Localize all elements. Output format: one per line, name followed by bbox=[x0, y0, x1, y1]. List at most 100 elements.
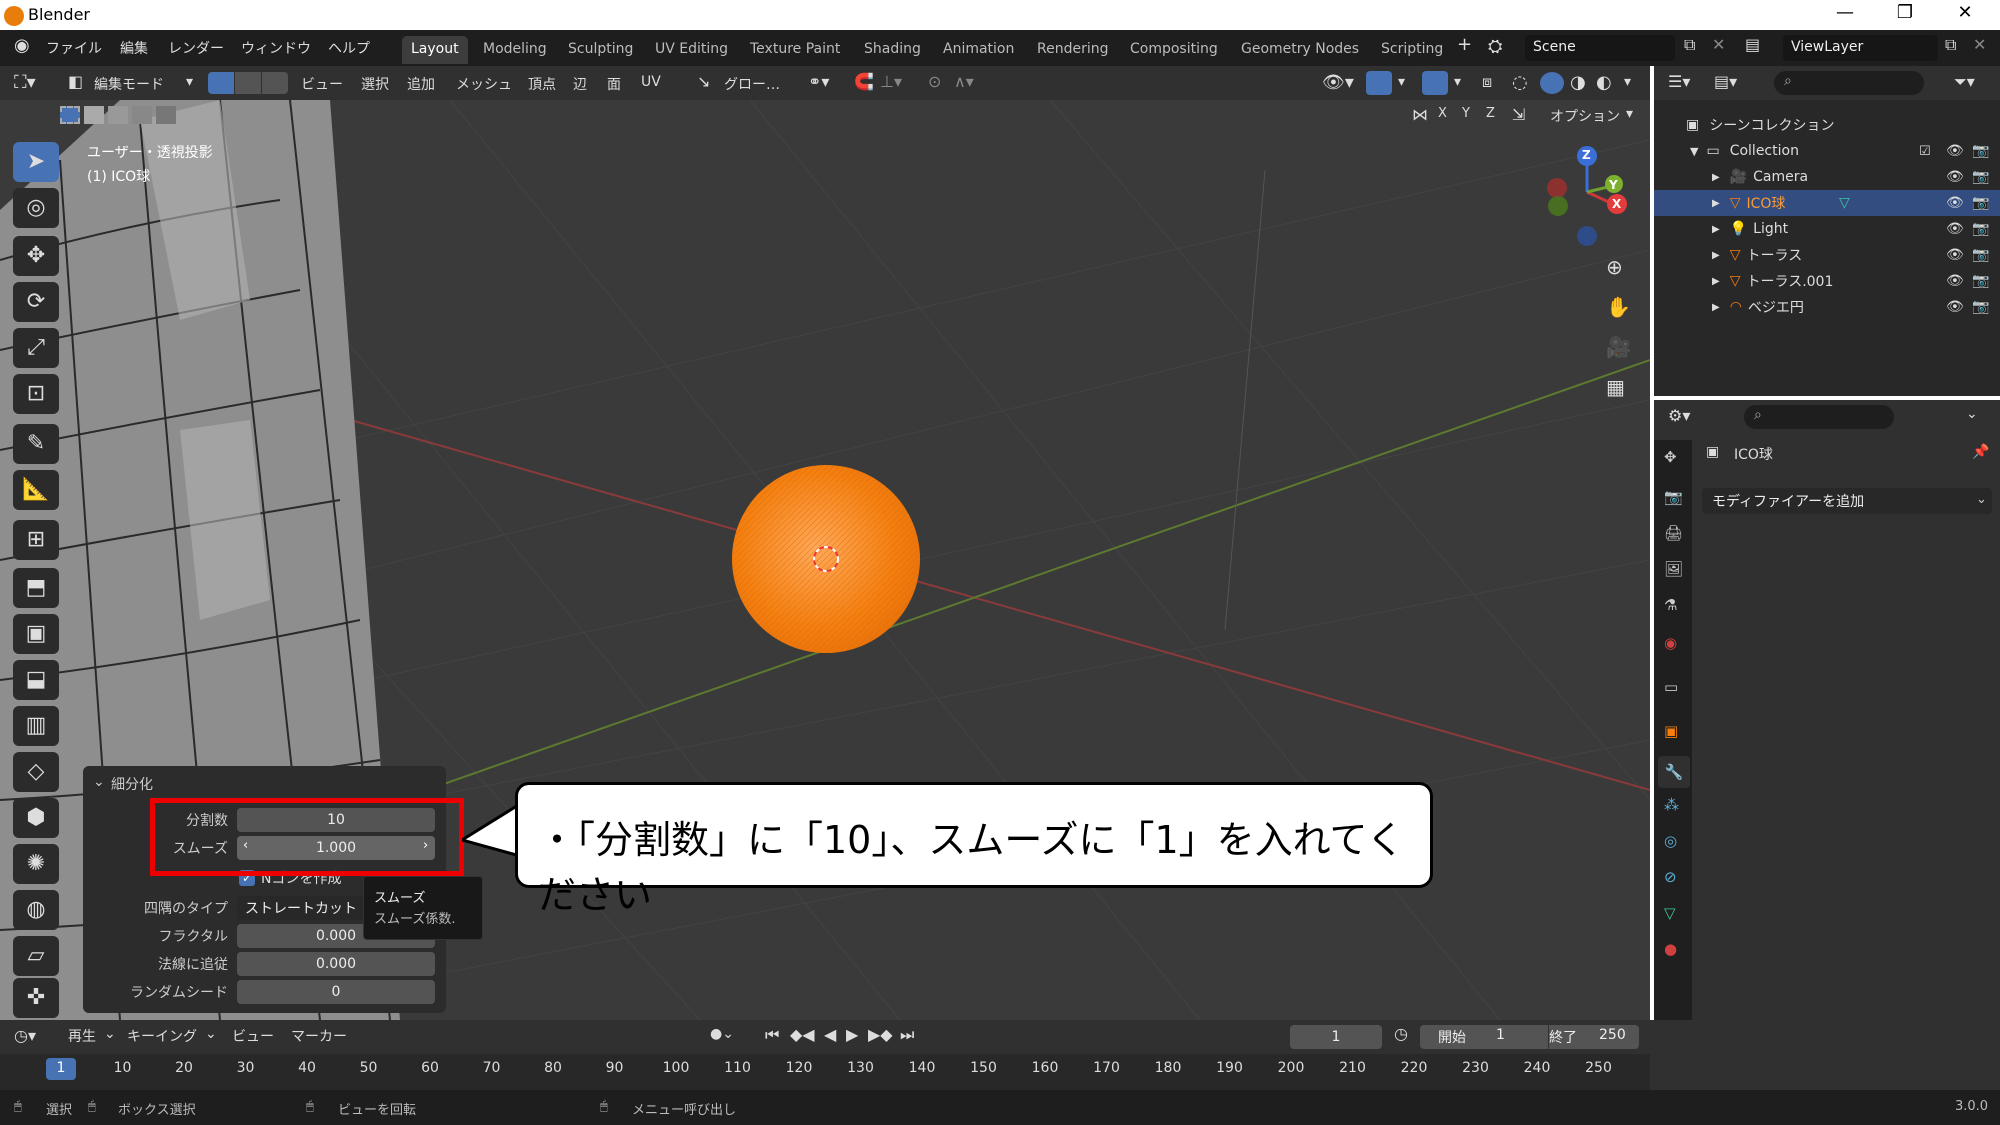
menu-render[interactable]: レンダー bbox=[168, 38, 224, 58]
tab-texture-paint[interactable]: Texture Paint bbox=[741, 36, 849, 64]
add-workspace-button[interactable]: + bbox=[1457, 34, 1472, 55]
properties-editor-icon[interactable]: ⚙▾ bbox=[1668, 406, 1690, 425]
outliner-panel[interactable]: ☰▾ ▤▾ ⌕ ⏷▾ ▣ シーンコレクション ▼ ▭ Collection ☑ … bbox=[1654, 66, 2000, 396]
jump-keyframe-back-icon[interactable]: ◆◀ bbox=[790, 1025, 815, 1044]
zoom-icon[interactable]: ⊕ bbox=[1606, 255, 1623, 279]
tab-compositing[interactable]: Compositing bbox=[1121, 36, 1227, 64]
scene-tab-icon[interactable]: ⚗ bbox=[1664, 596, 1677, 614]
tab-rendering[interactable]: Rendering bbox=[1028, 36, 1118, 64]
extrude-tool[interactable]: ⬒ bbox=[13, 568, 59, 608]
keying-dropdown-icon[interactable]: ⌄ bbox=[205, 1026, 217, 1042]
menu-edge[interactable]: 辺 bbox=[573, 74, 587, 94]
xray-icon[interactable]: ⧈ bbox=[1482, 72, 1492, 92]
object-tab-icon[interactable]: ▣ bbox=[1664, 722, 1678, 740]
overlay-toggle-button[interactable] bbox=[1422, 71, 1448, 95]
record-icon[interactable]: ●⌄ bbox=[710, 1026, 734, 1042]
shading-dropdown-icon[interactable]: ▾ bbox=[1624, 74, 1631, 90]
collection-checkbox-icon[interactable]: ☑ bbox=[1919, 144, 1931, 159]
scene-collection-row[interactable]: ▣ シーンコレクション bbox=[1654, 112, 2000, 138]
select-box-tool[interactable]: ➤ bbox=[13, 142, 59, 182]
output-tab-icon[interactable]: 🖨 bbox=[1664, 524, 1683, 542]
snap-icon[interactable]: 🧲 bbox=[854, 72, 874, 91]
collection-tab-icon[interactable]: ▭ bbox=[1664, 678, 1678, 696]
new-scene-icon[interactable]: ⧉ bbox=[1684, 35, 1695, 55]
modifier-tab-icon[interactable]: 🔧 bbox=[1658, 756, 1690, 788]
outliner-search-icon[interactable]: ⌕ bbox=[1774, 71, 1924, 95]
eye-icon[interactable]: 👁 bbox=[1946, 273, 1964, 289]
menu-file[interactable]: ファイル bbox=[46, 38, 102, 58]
jump-end-icon[interactable]: ⏭ bbox=[900, 1025, 914, 1045]
render-camera-icon[interactable]: 📷 bbox=[1972, 143, 1989, 159]
move-tool[interactable]: ✥ bbox=[13, 236, 59, 276]
maximize-button[interactable]: ❐ bbox=[1875, 2, 1935, 28]
menu-edit[interactable]: 編集 bbox=[120, 38, 148, 58]
menu-select[interactable]: 選択 bbox=[361, 74, 389, 94]
options-dropdown[interactable]: オプション bbox=[1550, 106, 1620, 126]
tab-shading[interactable]: Shading bbox=[855, 36, 930, 64]
bevel-tool[interactable]: ⬓ bbox=[13, 660, 59, 700]
world-tab-icon[interactable]: ◉ bbox=[1664, 634, 1677, 652]
physics-tab-icon[interactable]: ◎ bbox=[1664, 832, 1677, 850]
outliner-item-ico-sphere[interactable]: ▶ ▽ ICO球 ▽ 👁 📷 bbox=[1654, 190, 2000, 216]
face-select-button[interactable] bbox=[262, 72, 288, 94]
overlay-dropdown-icon[interactable]: ▾ bbox=[1454, 74, 1461, 90]
display-mode-icon[interactable]: ▤▾ bbox=[1714, 72, 1737, 91]
menu-add[interactable]: 追加 bbox=[407, 74, 435, 94]
transform-tool[interactable]: ⊡ bbox=[13, 374, 59, 414]
render-camera-icon[interactable]: 📷 bbox=[1972, 273, 1989, 289]
material-tab-icon[interactable]: ● bbox=[1664, 940, 1677, 958]
shrink-tool[interactable]: ✜ bbox=[13, 978, 59, 1018]
spin-tool[interactable]: ✺ bbox=[13, 844, 59, 884]
tab-animation[interactable]: Animation bbox=[934, 36, 1023, 64]
select-extend-icon[interactable] bbox=[84, 106, 104, 124]
scene-field[interactable]: Scene bbox=[1525, 35, 1675, 61]
menu-view[interactable]: ビュー bbox=[301, 74, 343, 94]
pin-icon[interactable]: 📌 bbox=[1972, 444, 1989, 460]
play-reverse-icon[interactable]: ◀ bbox=[824, 1025, 836, 1044]
menu-window[interactable]: ウィンドウ bbox=[241, 38, 311, 58]
timeline-editor-icon[interactable]: ◷▾ bbox=[14, 1026, 36, 1045]
eye-icon[interactable]: 👁 bbox=[1946, 143, 1964, 159]
particles-tab-icon[interactable]: ⁂ bbox=[1664, 796, 1679, 814]
gizmo-dropdown-icon[interactable]: ▾ bbox=[1398, 74, 1405, 90]
select-new-icon[interactable] bbox=[60, 106, 80, 124]
properties-options-icon[interactable]: ⌄ bbox=[1966, 406, 1978, 422]
render-camera-icon[interactable]: 📷 bbox=[1972, 169, 1989, 185]
add-modifier-dropdown[interactable]: モディファイアーを追加 bbox=[1702, 488, 1992, 514]
blender-menu-icon[interactable]: ◉ bbox=[14, 35, 30, 56]
menu-help[interactable]: ヘルプ bbox=[328, 38, 370, 58]
solid-shading-button[interactable] bbox=[1540, 72, 1564, 94]
eye-icon[interactable]: 👁 bbox=[1946, 169, 1964, 185]
inset-tool[interactable]: ▣ bbox=[13, 614, 59, 654]
perspective-grid-icon[interactable]: ▦ bbox=[1606, 375, 1625, 399]
jump-keyframe-forward-icon[interactable]: ▶◆ bbox=[868, 1025, 893, 1044]
eye-icon[interactable]: 👁 bbox=[1946, 299, 1964, 315]
scene-icon[interactable]: ⛭ bbox=[1488, 36, 1502, 57]
close-button[interactable]: ✕ bbox=[1935, 2, 1995, 28]
rotate-tool[interactable]: ⟳ bbox=[13, 282, 59, 322]
loop-cut-tool[interactable]: ▥ bbox=[13, 706, 59, 746]
menu-mesh[interactable]: メッシュ bbox=[456, 74, 512, 94]
jump-start-icon[interactable]: ⏮ bbox=[765, 1025, 779, 1045]
editor-type-icon[interactable]: ⛶▾ bbox=[14, 72, 36, 93]
outliner-item-camera[interactable]: ▶ 🎥 Camera 👁 📷 bbox=[1654, 164, 2000, 190]
menu-face[interactable]: 面 bbox=[607, 74, 621, 94]
menu-keying[interactable]: キーイング bbox=[127, 1026, 197, 1046]
filter-icon[interactable]: ⏷▾ bbox=[1954, 72, 1975, 92]
new-view-layer-icon[interactable]: ⧉ bbox=[1945, 35, 1956, 55]
panel-collapse-icon[interactable]: ⌄ bbox=[93, 774, 105, 790]
menu-marker[interactable]: マーカー bbox=[291, 1026, 347, 1046]
mirror-z-button[interactable]: Z bbox=[1486, 106, 1495, 121]
transform-orientation-selector[interactable]: グロー… bbox=[724, 74, 780, 94]
menu-vertex[interactable]: 頂点 bbox=[528, 74, 556, 94]
playback-dropdown-icon[interactable]: ⌄ bbox=[104, 1026, 116, 1042]
rendered-shading-icon[interactable]: ◐ bbox=[1596, 72, 1612, 93]
falloff-icon[interactable]: ∧▾ bbox=[954, 72, 974, 91]
snap-target-icon[interactable]: ⊥▾ bbox=[880, 72, 902, 91]
view-layer-icon[interactable]: ▤ bbox=[1745, 35, 1760, 54]
outliner-item-light[interactable]: ▶ 💡 Light 👁 📷 bbox=[1654, 216, 2000, 242]
delete-view-layer-icon[interactable]: ✕ bbox=[1973, 35, 1986, 54]
render-camera-icon[interactable]: 📷 bbox=[1972, 195, 1989, 211]
collection-row[interactable]: ▼ ▭ Collection ☑ 👁 📷 bbox=[1654, 138, 2000, 164]
menu-uv[interactable]: UV bbox=[641, 74, 661, 90]
